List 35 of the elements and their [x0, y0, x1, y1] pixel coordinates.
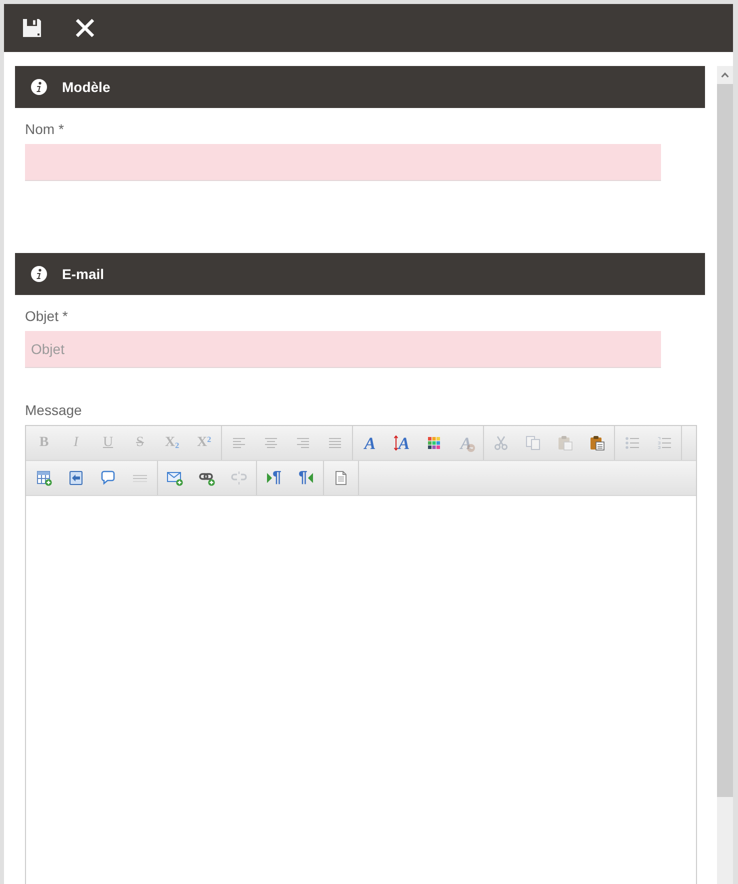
triangle-left-icon: [308, 473, 314, 483]
info-icon: [31, 79, 47, 95]
field-label: Message: [25, 401, 82, 419]
align-justify-icon: [327, 435, 343, 451]
speech-bubble-icon: [100, 470, 116, 486]
color-grid-icon: [426, 435, 442, 451]
bullet-list-icon: [624, 435, 640, 451]
font-size-button[interactable]: A: [386, 430, 418, 456]
document-icon: [333, 470, 349, 486]
rtl-button[interactable]: ¶: [290, 465, 322, 491]
section-title: Modèle: [62, 78, 110, 96]
table-icon: [36, 470, 52, 486]
chain-link-icon: [199, 470, 215, 486]
vertical-double-arrow-icon: [394, 435, 398, 451]
text-input[interactable]: [25, 144, 661, 181]
ltr-button[interactable]: ¶: [258, 465, 290, 491]
broken-link-icon: [231, 470, 247, 486]
clipboard-icon: [557, 435, 573, 451]
align-left-icon: [231, 435, 247, 451]
text-input[interactable]: Objet: [25, 331, 661, 368]
envelope-icon: [167, 470, 183, 486]
chevron-up-icon: [721, 72, 729, 78]
triangle-right-icon: [266, 473, 272, 483]
field-label: Nom *: [25, 120, 64, 138]
copy-icon: [525, 435, 541, 451]
close-icon: [75, 18, 95, 38]
font-button[interactable]: A: [354, 430, 386, 456]
align-center-icon: [263, 435, 279, 451]
field-label: Objet *: [25, 307, 68, 325]
scissors-icon: [493, 435, 509, 451]
clipboard-icon: [589, 435, 605, 451]
section-title: E-mail: [62, 264, 104, 284]
info-icon: [31, 266, 47, 282]
align-right-icon: [295, 435, 311, 451]
numbered-list-icon: [656, 435, 672, 451]
